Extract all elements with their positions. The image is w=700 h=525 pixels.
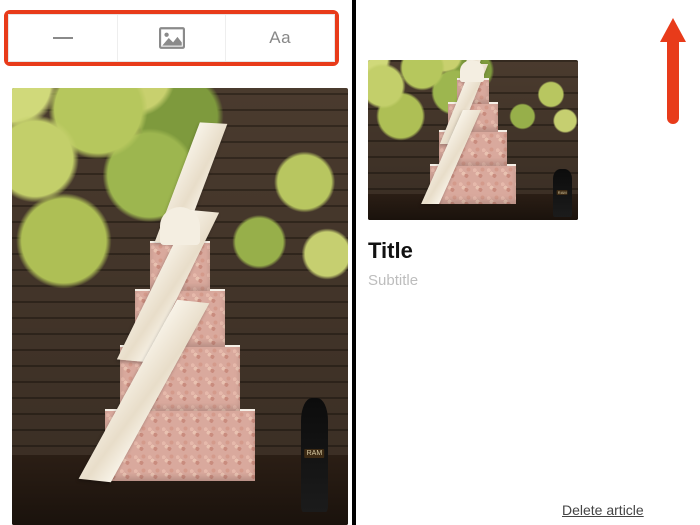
article-thumbnail[interactable] xyxy=(368,60,578,220)
insert-divider-button[interactable] xyxy=(9,15,118,61)
hero-photo-content xyxy=(12,88,348,525)
text-style-icon: Aa xyxy=(269,28,291,48)
cake-prop xyxy=(105,181,255,481)
horizontal-rule-icon xyxy=(53,37,73,39)
article-hero-image[interactable] xyxy=(12,88,348,525)
left-pane: Aa xyxy=(0,0,352,525)
bottle-prop xyxy=(553,169,572,217)
thumb-photo-content xyxy=(368,60,578,220)
delete-article-link[interactable]: Delete article xyxy=(562,502,644,518)
comparison-stage: Aa xyxy=(0,0,700,525)
title-input[interactable]: Title xyxy=(368,238,413,264)
cake-prop xyxy=(430,60,516,204)
right-pane: Title Subtitle Delete article xyxy=(356,0,700,525)
annotation-arrow-corner xyxy=(656,14,690,124)
insert-text-button[interactable]: Aa xyxy=(226,15,334,61)
image-icon xyxy=(159,27,185,49)
bottle-prop xyxy=(301,398,328,512)
subtitle-input[interactable]: Subtitle xyxy=(368,272,418,289)
editor-toolbar: Aa xyxy=(8,14,335,62)
insert-image-button[interactable] xyxy=(118,15,227,61)
